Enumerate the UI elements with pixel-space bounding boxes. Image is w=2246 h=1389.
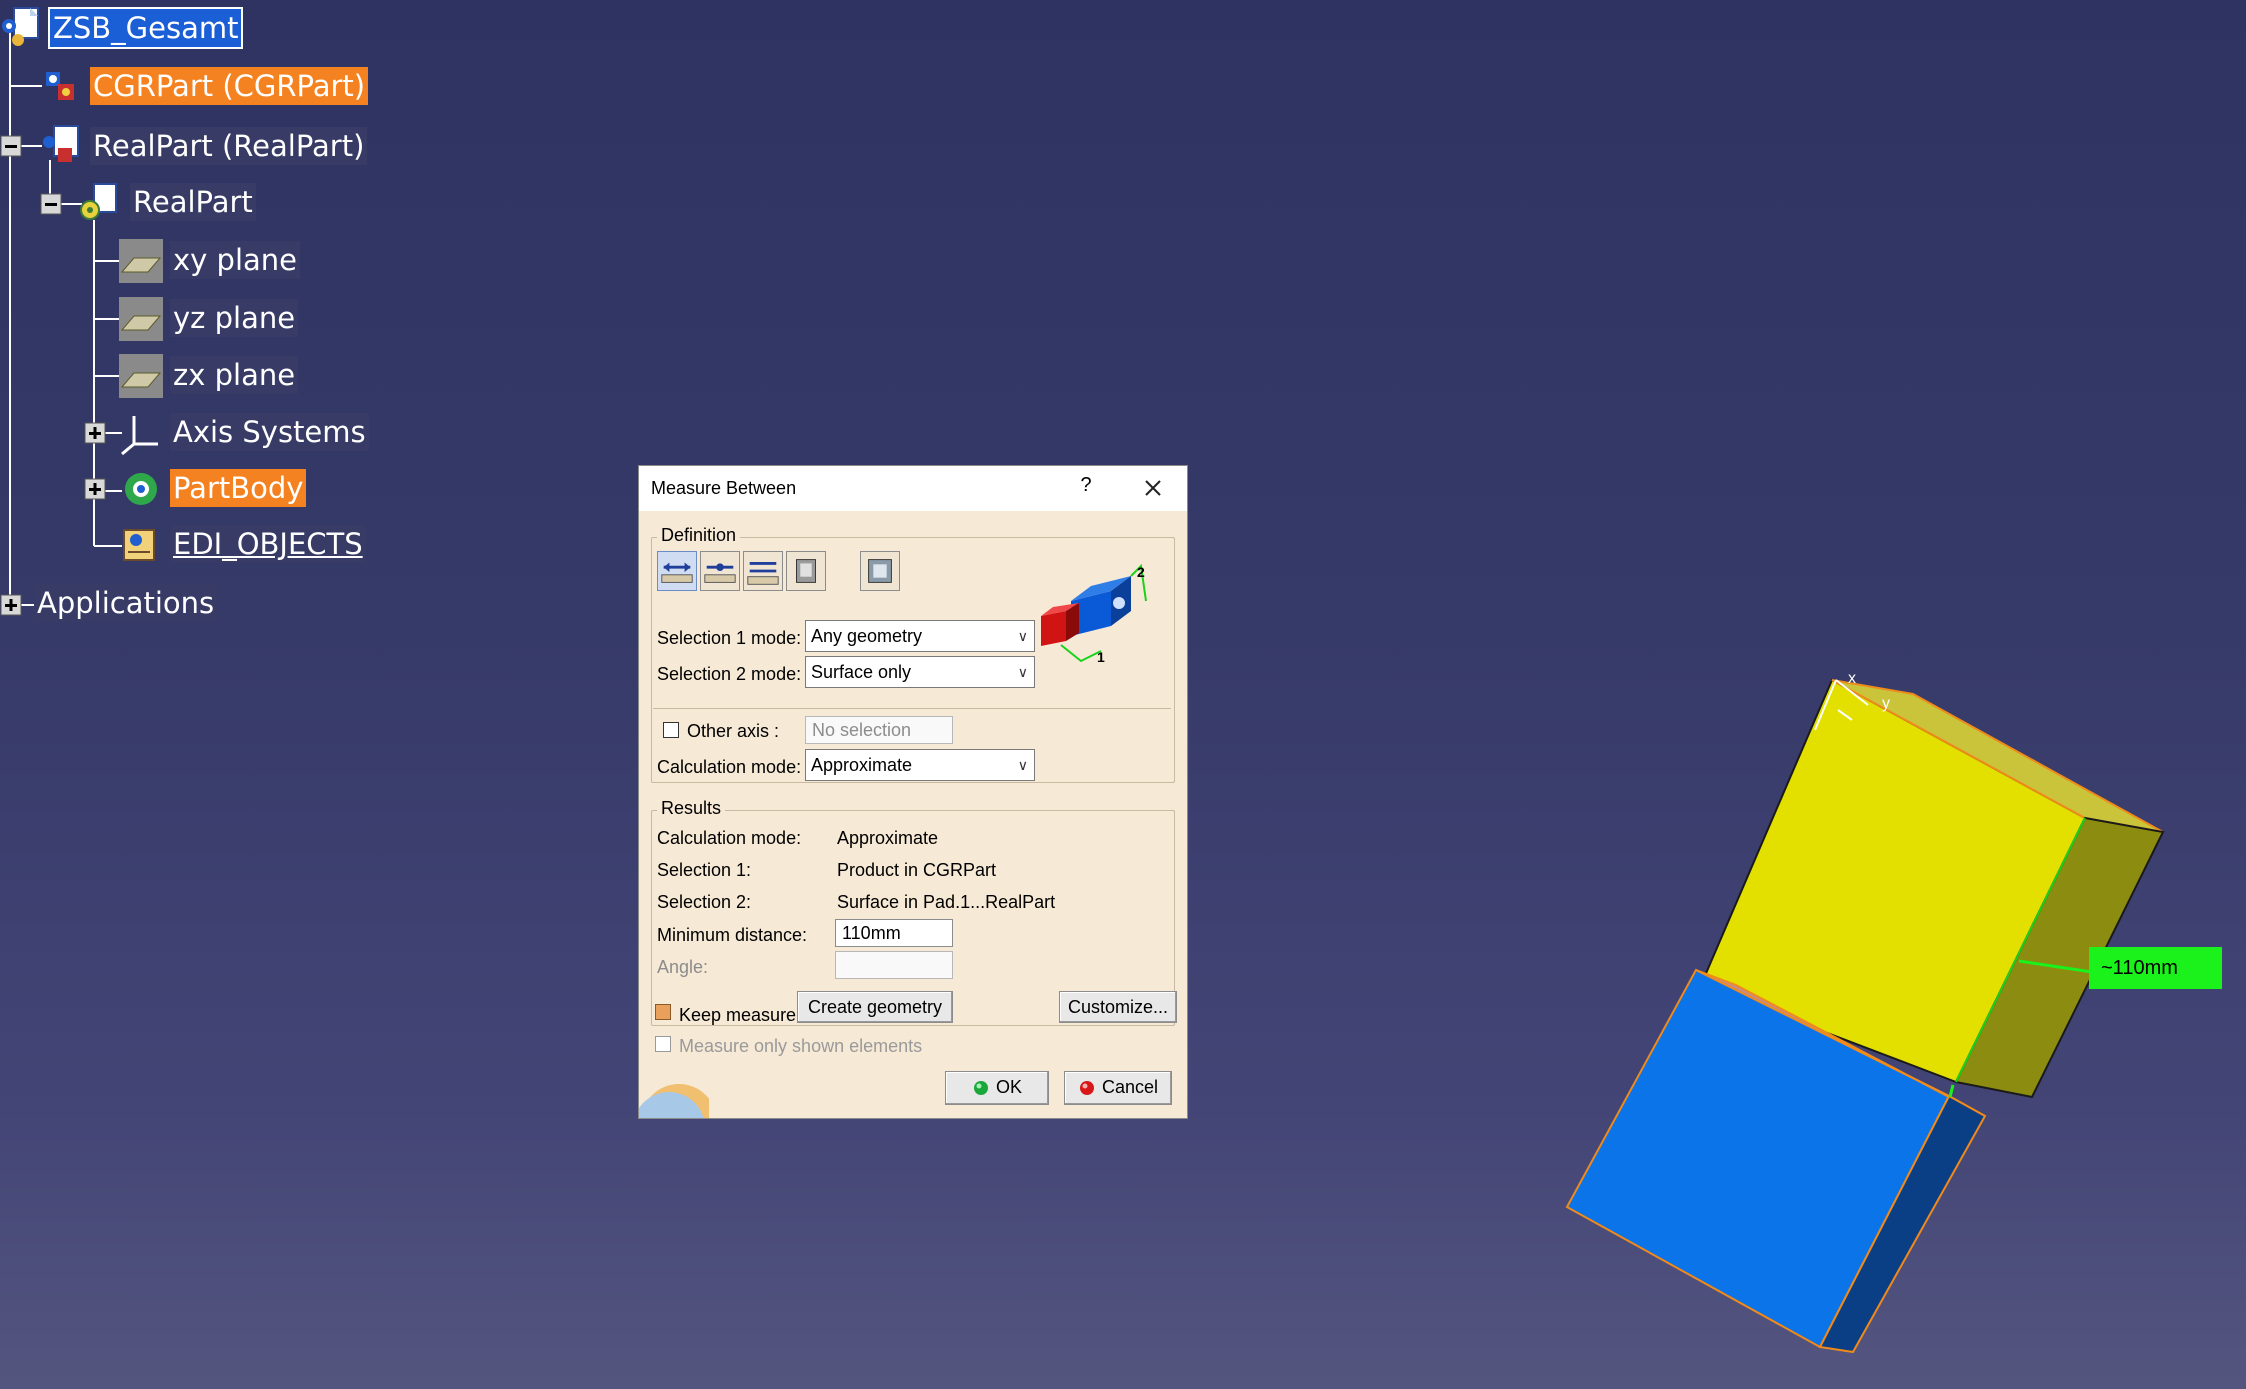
dialog-title: Measure Between xyxy=(651,478,797,498)
3d-viewport[interactable]: x y xyxy=(1540,660,2240,1380)
measure-chain-icon xyxy=(704,563,736,583)
measure-only-shown-checkbox[interactable] xyxy=(655,1036,671,1052)
keep-measure-checkbox[interactable] xyxy=(655,1004,671,1020)
measure-thickness-icon xyxy=(868,559,892,583)
calculation-mode-label: Calculation mode: xyxy=(657,757,802,777)
cgr-product-icon[interactable] xyxy=(40,64,86,110)
ok-label: OK xyxy=(995,1077,1022,1097)
tree-item-realpart[interactable]: RealPart xyxy=(130,183,256,221)
plane-icon[interactable] xyxy=(118,296,164,342)
selection2-mode-value: Surface only xyxy=(811,662,912,682)
cancel-button[interactable]: Cancel xyxy=(1064,1071,1172,1105)
tree-item-yz-plane[interactable]: yz plane xyxy=(170,299,299,337)
other-axis-label: Other axis : xyxy=(687,721,780,741)
other-axis-checkbox[interactable] xyxy=(663,722,679,738)
tree-root-zsb-gesamt[interactable]: ZSB_Gesamt xyxy=(47,7,244,49)
edi-objects-icon[interactable] xyxy=(118,522,164,568)
compass-y-label: y xyxy=(1882,695,1890,712)
tree-item-edi-objects[interactable]: EDI_OBJECTS xyxy=(170,525,366,563)
ok-green-dot-icon xyxy=(973,1081,988,1096)
axis-system-icon[interactable] xyxy=(118,410,164,456)
result-selection2-value: Surface in Pad.1...RealPart xyxy=(837,892,1056,912)
tree-line xyxy=(10,85,42,87)
selection1-mode-select[interactable]: Any geometry ∨ xyxy=(805,620,1035,652)
measure-preview-image: 1 2 xyxy=(1041,563,1147,665)
measure-fan-icon xyxy=(747,561,779,585)
result-calc-mode-label: Calculation mode: xyxy=(657,828,802,848)
specification-tree: ZSB_Gesamt CGRPart (CGRPart) RealPart (R… xyxy=(0,0,420,640)
selection2-mode-label: Selection 2 mode: xyxy=(657,664,802,684)
result-selection1-label: Selection 1: xyxy=(657,860,752,880)
tree-item-axis-systems[interactable]: Axis Systems xyxy=(170,413,369,451)
chevron-down-icon: ∨ xyxy=(1017,628,1028,644)
results-group-label: Results xyxy=(657,798,726,819)
tree-item-applications[interactable]: Applications xyxy=(34,584,218,622)
measure-between-icon xyxy=(661,562,693,583)
angle-field[interactable] xyxy=(835,951,953,979)
other-axis-placeholder: No selection xyxy=(812,720,912,740)
collapse-icon[interactable] xyxy=(0,135,22,157)
expand-icon[interactable] xyxy=(84,478,106,500)
part-product-icon[interactable] xyxy=(40,122,86,168)
plane-icon[interactable] xyxy=(118,238,164,284)
measure-fan-button[interactable] xyxy=(743,551,783,591)
measure-item-button[interactable] xyxy=(786,551,826,591)
measure-only-shown-label: Measure only shown elements xyxy=(679,1036,923,1056)
cancel-red-dot-icon xyxy=(1079,1081,1094,1096)
body-gear-icon[interactable] xyxy=(118,466,164,512)
measure-thickness-button[interactable] xyxy=(860,551,900,591)
selection2-mode-select[interactable]: Surface only ∨ xyxy=(805,656,1035,688)
selection1-mode-value: Any geometry xyxy=(811,626,923,646)
chevron-down-icon: ∨ xyxy=(1017,757,1028,773)
measure-in-chain-button[interactable] xyxy=(700,551,740,591)
measure-between-button[interactable] xyxy=(657,551,697,591)
chevron-down-icon: ∨ xyxy=(1017,664,1028,680)
part-icon[interactable] xyxy=(76,180,122,226)
keep-measure-label: Keep measure xyxy=(679,1005,797,1025)
dimension-leader xyxy=(1948,1084,1955,1098)
measure-between-dialog: Measure Between ? Definition 1 2 Selecti… xyxy=(638,465,1188,1119)
calculation-mode-value: Approximate xyxy=(811,755,913,775)
dialog-titlebar[interactable]: Measure Between ? xyxy=(639,466,1187,511)
tree-item-xy-plane[interactable]: xy plane xyxy=(170,241,301,279)
measure-item-icon xyxy=(796,559,816,583)
definition-group-label: Definition xyxy=(657,525,741,546)
minimum-distance-label: Minimum distance: xyxy=(657,925,808,945)
result-calc-mode-value: Approximate xyxy=(837,828,939,848)
create-geometry-button[interactable]: Create geometry xyxy=(797,991,953,1023)
definition-divider xyxy=(653,708,1171,709)
tree-item-zx-plane[interactable]: zx plane xyxy=(170,356,299,394)
collapse-icon[interactable] xyxy=(40,193,62,215)
preview-label-1: 1 xyxy=(1097,649,1105,665)
selection1-mode-label: Selection 1 mode: xyxy=(657,628,802,648)
angle-label: Angle: xyxy=(657,957,709,977)
help-button[interactable]: ? xyxy=(1073,474,1099,500)
result-selection2-label: Selection 2: xyxy=(657,892,752,912)
catia-logo-icon xyxy=(639,1084,709,1118)
compass-x-label: x xyxy=(1848,670,1856,687)
tree-item-partbody[interactable]: PartBody xyxy=(170,469,307,507)
close-icon[interactable] xyxy=(1137,472,1169,504)
tree-item-realpart-product[interactable]: RealPart (RealPart) xyxy=(90,127,368,165)
product-icon[interactable] xyxy=(0,4,46,50)
minimum-distance-tag[interactable]: ~110mm xyxy=(2089,947,2222,989)
tree-line xyxy=(9,30,11,604)
minimum-distance-field[interactable]: 110mm xyxy=(835,919,953,947)
customize-button[interactable]: Customize... xyxy=(1059,991,1177,1023)
plane-icon[interactable] xyxy=(118,353,164,399)
expand-icon[interactable] xyxy=(0,594,22,616)
cancel-label: Cancel xyxy=(1101,1077,1159,1097)
calculation-mode-select[interactable]: Approximate ∨ xyxy=(805,749,1035,781)
expand-icon[interactable] xyxy=(84,422,106,444)
other-axis-field[interactable]: No selection xyxy=(805,716,953,744)
result-selection1-value: Product in CGRPart xyxy=(837,860,997,880)
ok-button[interactable]: OK xyxy=(945,1071,1049,1105)
preview-label-2: 2 xyxy=(1137,564,1145,580)
minimum-distance-value: 110mm xyxy=(842,923,901,943)
tree-item-cgrpart[interactable]: CGRPart (CGRPart) xyxy=(90,67,369,105)
